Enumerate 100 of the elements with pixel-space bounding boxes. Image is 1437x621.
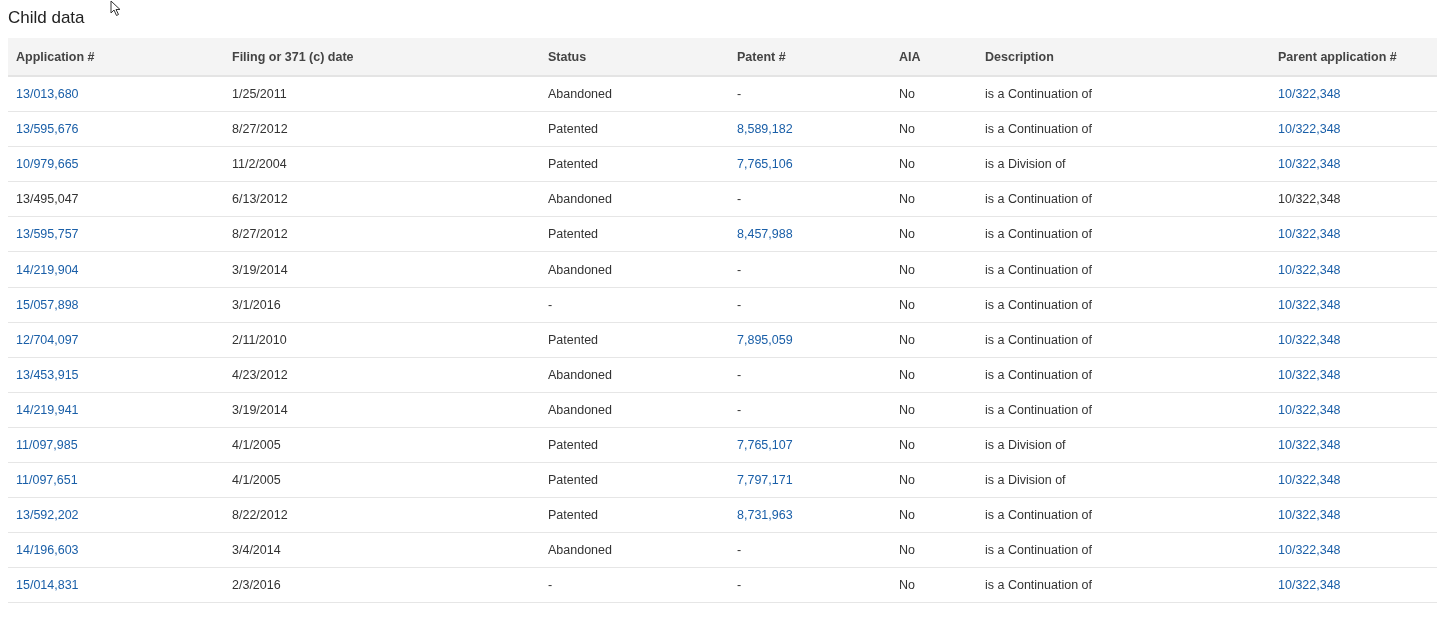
table-link[interactable]: 10/322,348 xyxy=(1278,297,1341,312)
table-cell: Patented xyxy=(548,122,599,137)
table-cell: 8/22/2012 xyxy=(232,508,288,523)
table-cell: 1/25/2011 xyxy=(232,87,287,102)
table-link[interactable]: 10/322,348 xyxy=(1278,578,1341,593)
table-cell: - xyxy=(737,87,742,102)
table-cell: Abandoned xyxy=(548,367,612,382)
table-link[interactable]: 10/979,665 xyxy=(16,157,79,172)
table-link[interactable]: 10/322,348 xyxy=(1278,227,1341,242)
column-header[interactable]: Parent application # xyxy=(1278,49,1397,64)
table-link[interactable]: 13/013,680 xyxy=(16,87,79,102)
table-cell: is a Continuation of xyxy=(985,578,1092,593)
table-cell: No xyxy=(899,508,915,523)
table-cell: Abandoned xyxy=(548,87,612,102)
table-link[interactable]: 11/097,651 xyxy=(16,473,78,488)
table-cell: is a Continuation of xyxy=(985,508,1092,523)
column-header[interactable]: Filing or 371 (c) date xyxy=(232,49,354,64)
table-cell: 11/2/2004 xyxy=(232,157,287,172)
column-header[interactable]: Status xyxy=(548,49,587,64)
table-cell: is a Continuation of xyxy=(985,227,1092,242)
table-cell: - xyxy=(737,402,742,417)
table-link[interactable]: 12/704,097 xyxy=(16,332,79,347)
table-link[interactable]: 7,765,106 xyxy=(737,157,793,172)
table-cell: - xyxy=(737,367,742,382)
table-cell: No xyxy=(899,297,915,312)
table-link[interactable]: 10/322,348 xyxy=(1278,543,1341,558)
table-cell: 4/1/2005 xyxy=(232,473,281,488)
table-cell: Abandoned xyxy=(548,543,612,558)
table-cell: No xyxy=(899,87,915,102)
table-link[interactable]: 7,797,171 xyxy=(737,473,793,488)
table-cell: Patented xyxy=(548,473,599,488)
table-cell: 13/495,047 xyxy=(16,192,79,207)
table-cell: No xyxy=(899,367,915,382)
table-link[interactable]: 10/322,348 xyxy=(1278,367,1341,382)
table-link[interactable]: 10/322,348 xyxy=(1278,157,1341,172)
table-cell: is a Continuation of xyxy=(985,297,1092,312)
column-header[interactable]: Description xyxy=(985,49,1054,64)
table-cell: 8/27/2012 xyxy=(232,122,288,137)
table-cell: No xyxy=(899,122,915,137)
table-link[interactable]: 8,457,988 xyxy=(737,227,793,242)
table-link[interactable]: 10/322,348 xyxy=(1278,122,1341,137)
column-header[interactable]: AIA xyxy=(899,49,921,64)
table-cell: Patented xyxy=(548,332,599,347)
table-cell: Abandoned xyxy=(548,262,612,277)
table-cell: No xyxy=(899,262,915,277)
table-cell: 3/1/2016 xyxy=(232,297,281,312)
table-link[interactable]: 14/196,603 xyxy=(16,543,79,558)
table-cell: - xyxy=(548,297,553,312)
table-cell: No xyxy=(899,402,915,417)
table-cell: is a Continuation of xyxy=(985,367,1092,382)
table-link[interactable]: 7,895,059 xyxy=(737,332,793,347)
table-link[interactable]: 10/322,348 xyxy=(1278,508,1341,523)
table-cell: No xyxy=(899,438,915,452)
table-cell: is a Continuation of xyxy=(985,332,1092,347)
table-cell: 3/4/2014 xyxy=(232,543,281,558)
table-cell: No xyxy=(899,473,915,488)
table-link[interactable]: 14/219,904 xyxy=(16,262,79,277)
table-cell: - xyxy=(548,578,553,593)
table-link[interactable]: 10/322,348 xyxy=(1278,473,1341,488)
mouse-pointer-icon xyxy=(110,0,122,17)
table-cell: - xyxy=(737,192,742,207)
table-link[interactable]: 10/322,348 xyxy=(1278,438,1341,452)
table-cell: 4/23/2012 xyxy=(232,367,288,382)
table-cell: 2/3/2016 xyxy=(232,578,281,593)
table-link[interactable]: 10/322,348 xyxy=(1278,262,1341,277)
table-link[interactable]: 13/595,676 xyxy=(16,122,79,137)
table-cell: - xyxy=(737,543,742,558)
table-cell: is a Continuation of xyxy=(985,122,1092,137)
table-cell: is a Division of xyxy=(985,157,1066,172)
table-cell: 2/11/2010 xyxy=(232,332,287,347)
table-cell: No xyxy=(899,157,915,172)
table-cell: - xyxy=(737,578,742,593)
table-cell: Patented xyxy=(548,438,599,452)
table-cell: 3/19/2014 xyxy=(232,262,288,277)
table-link[interactable]: 10/322,348 xyxy=(1278,402,1341,417)
table-link[interactable]: 13/592,202 xyxy=(16,508,79,523)
table-cell: No xyxy=(899,332,915,347)
table-link[interactable]: 11/097,985 xyxy=(16,438,78,452)
table-link[interactable]: 13/453,915 xyxy=(16,367,79,382)
table-link[interactable]: 8,589,182 xyxy=(737,122,793,137)
table-link[interactable]: 15/014,831 xyxy=(16,578,79,593)
table-link[interactable]: 13/595,757 xyxy=(16,227,79,242)
table-cell: 10/322,348 xyxy=(1278,192,1341,207)
table-link[interactable]: 10/322,348 xyxy=(1278,87,1341,102)
table-link[interactable]: 7,765,107 xyxy=(737,438,793,452)
table-cell: Patented xyxy=(548,508,599,523)
table-cell: No xyxy=(899,192,915,207)
table-link[interactable]: 10/322,348 xyxy=(1278,332,1341,347)
table-link[interactable]: 8,731,963 xyxy=(737,508,793,523)
table-cell: is a Continuation of xyxy=(985,402,1092,417)
table-link[interactable]: 14/219,941 xyxy=(16,402,79,417)
column-header[interactable]: Patent # xyxy=(737,49,786,64)
table-cell: - xyxy=(737,297,742,312)
table-link[interactable]: 15/057,898 xyxy=(16,297,79,312)
table-cell: No xyxy=(899,578,915,593)
column-header[interactable]: Application # xyxy=(16,49,95,64)
table-cell: is a Division of xyxy=(985,438,1066,452)
table-cell: is a Continuation of xyxy=(985,192,1092,207)
table-cell: No xyxy=(899,543,915,558)
table-cell: is a Continuation of xyxy=(985,87,1092,102)
